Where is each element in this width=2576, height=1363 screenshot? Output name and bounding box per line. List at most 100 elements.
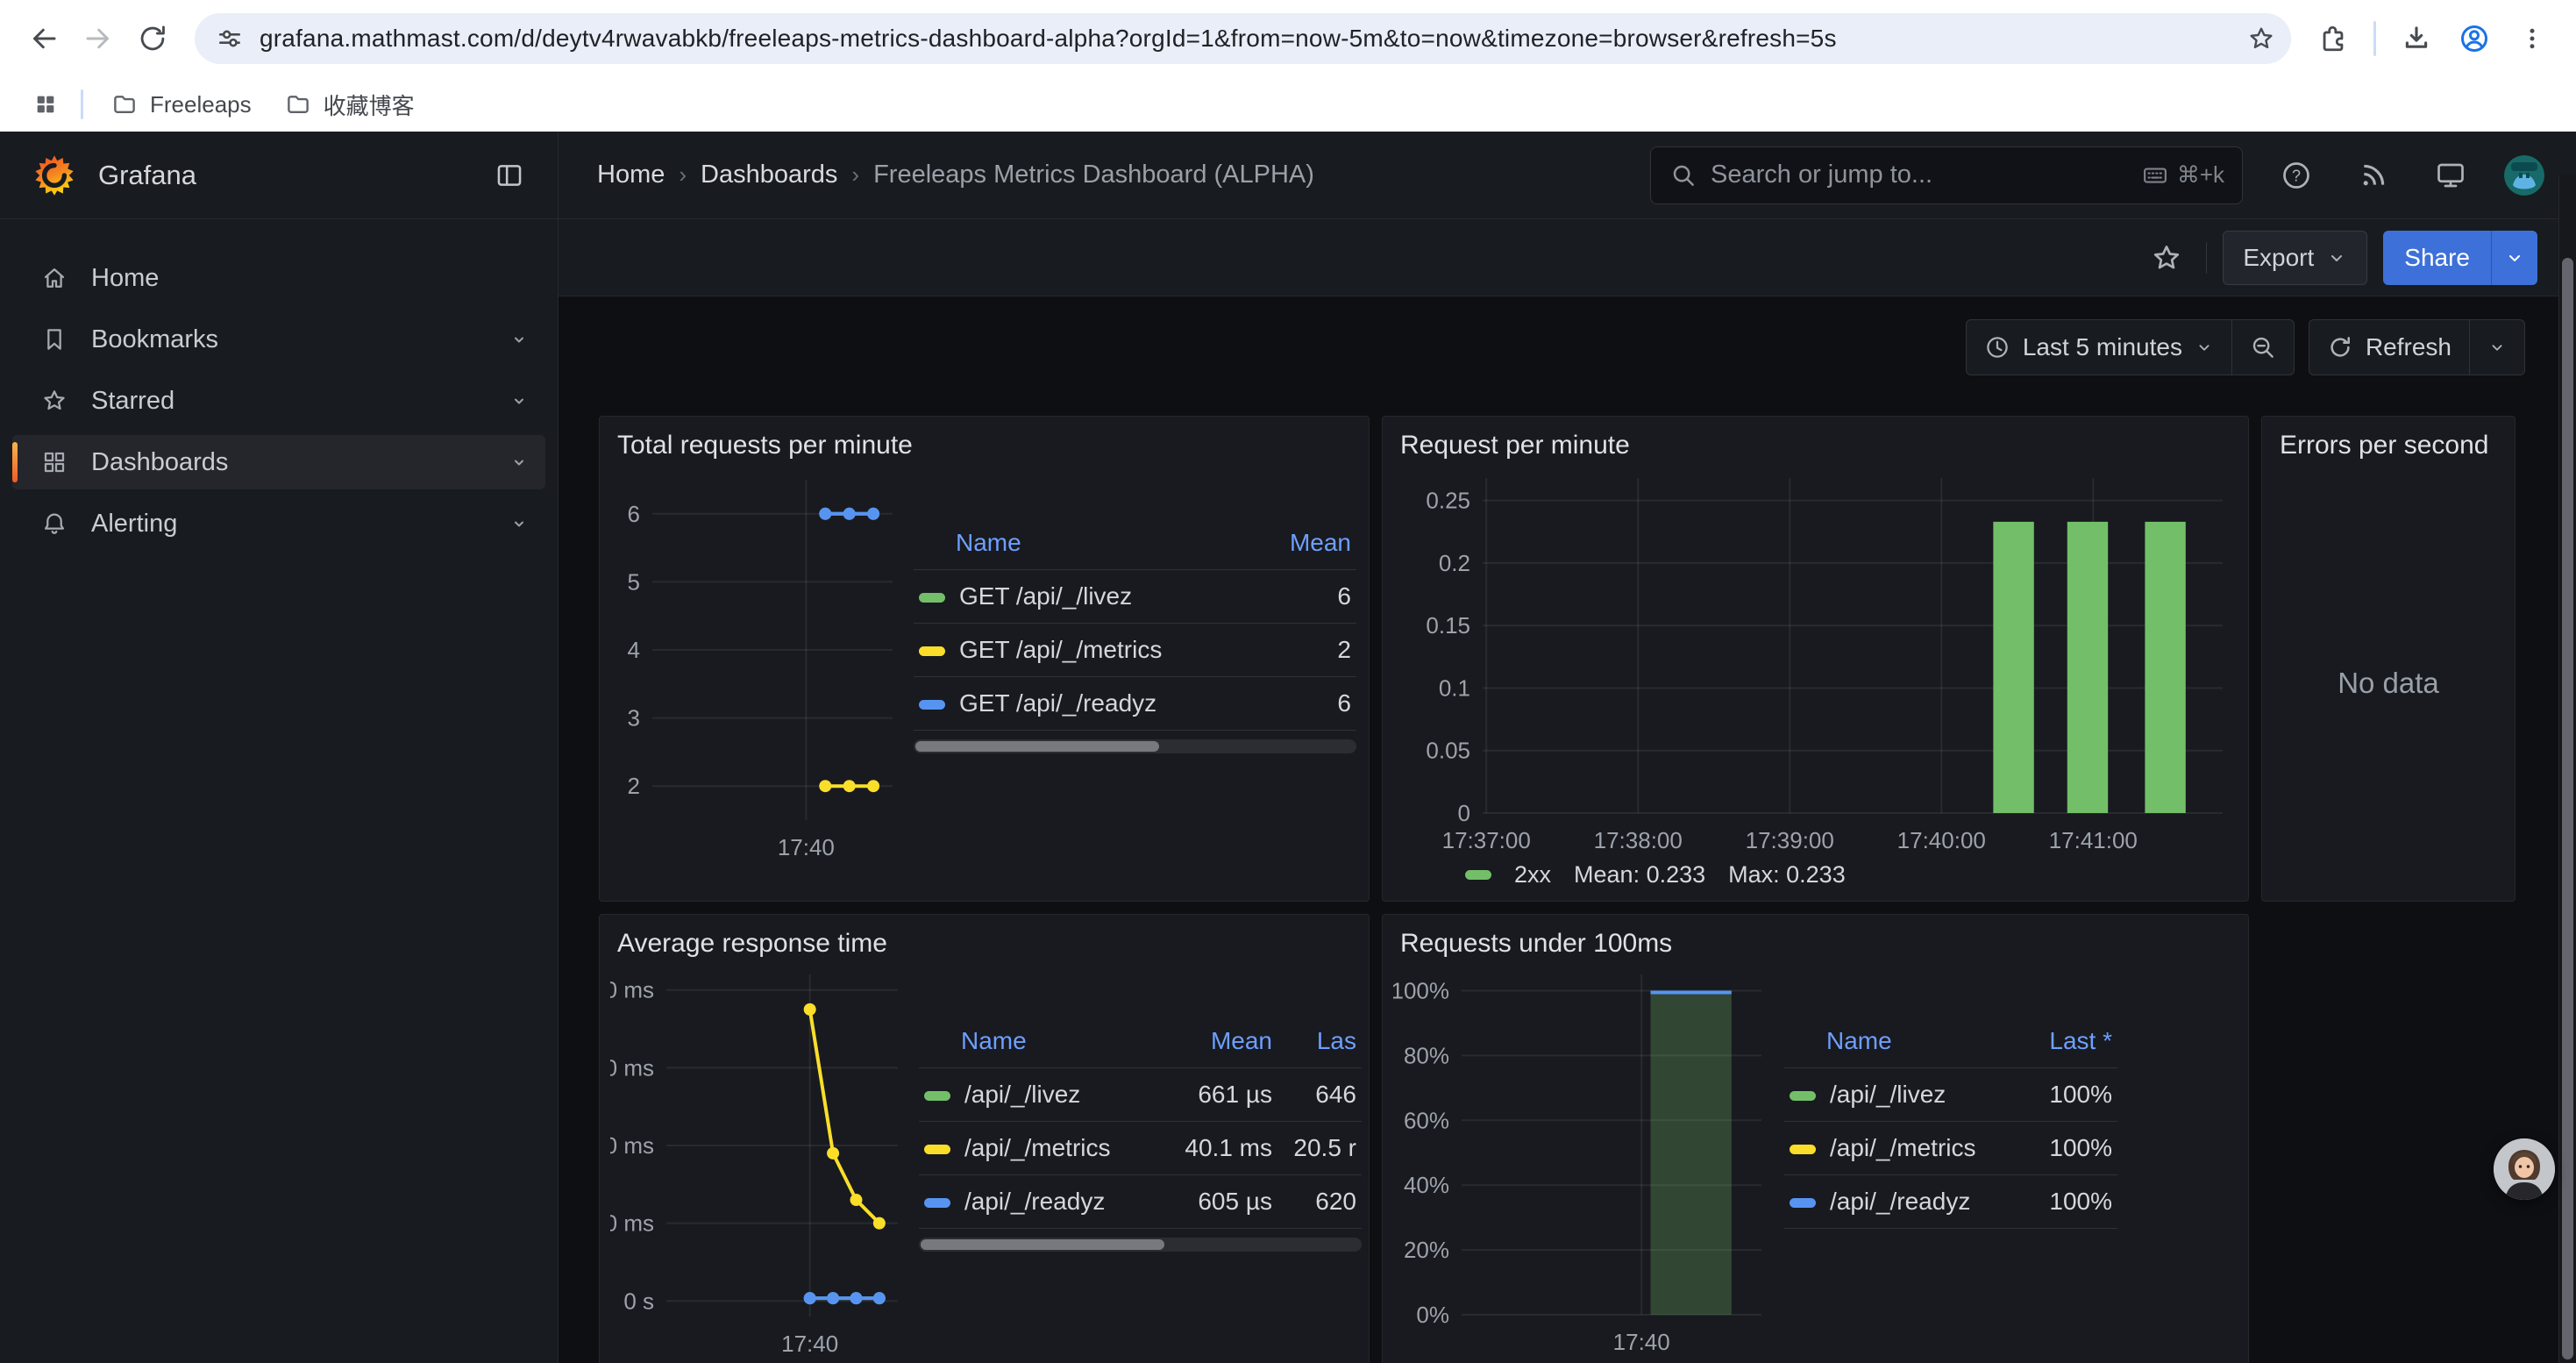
scrollbar-thumb[interactable] <box>915 741 1159 752</box>
user-avatar[interactable] <box>2504 155 2544 196</box>
series-name[interactable]: 2xx <box>1514 861 1551 888</box>
breadcrumb-item[interactable]: Dashboards <box>701 161 837 189</box>
time-range-picker[interactable]: Last 5 minutes <box>1967 320 2231 375</box>
zoom-out-time-button[interactable] <box>2232 320 2294 375</box>
sidebar-toggle-button[interactable] <box>486 152 533 199</box>
series-name[interactable]: GET /api/_/readyz <box>959 689 1156 717</box>
series-name[interactable]: /api/_/metrics <box>1830 1134 1976 1161</box>
bookmark-folder[interactable]: Freeleaps <box>97 84 266 125</box>
share-menu-button[interactable] <box>2491 231 2537 285</box>
search-box[interactable]: ⌘+k <box>1650 146 2243 204</box>
sidebar-item-home[interactable]: Home <box>12 251 545 305</box>
grafana-logo <box>32 153 77 198</box>
legend-row[interactable]: /api/_/metrics100% <box>1784 1122 2117 1175</box>
display-mode-button[interactable] <box>2427 152 2474 199</box>
chevron-down-icon <box>2195 338 2214 357</box>
assistant-avatar-image <box>2494 1138 2555 1200</box>
chevron-down-icon[interactable] <box>509 513 530 534</box>
apps-button[interactable] <box>25 83 67 125</box>
legend-column-header[interactable]: Las <box>1277 1018 1362 1068</box>
legend-column-header[interactable]: Name <box>1784 1018 1995 1068</box>
svg-text:2: 2 <box>628 773 640 799</box>
legend-row[interactable]: /api/_/readyz 100% <box>1784 1175 2117 1229</box>
sidebar-item-label: Bookmarks <box>91 325 486 354</box>
chevron-down-icon[interactable] <box>509 390 530 411</box>
panel-title[interactable]: Total requests per minute <box>600 417 1369 466</box>
export-button[interactable]: Export <box>2223 231 2367 285</box>
legend-column-header[interactable]: Name <box>919 1018 1155 1068</box>
news-rss-button[interactable] <box>2350 152 2397 199</box>
breadcrumb-item[interactable]: Home <box>597 161 665 189</box>
panel-title[interactable]: Errors per second <box>2262 417 2515 466</box>
scrollbar-thumb[interactable] <box>921 1239 1164 1250</box>
series-color-chip <box>924 1198 950 1208</box>
page-scrollbar[interactable] <box>2558 175 2576 1363</box>
grafana-app: Grafana Home›Dashboards›Freeleaps Metric… <box>0 132 2576 1363</box>
browser-back-button[interactable] <box>19 14 68 63</box>
series-name[interactable]: GET /api/_/livez <box>959 582 1132 610</box>
legend-inline: 2xxMean: 0.233Max: 0.233 <box>1383 860 2248 901</box>
sidebar-item-label: Alerting <box>91 510 486 539</box>
panel-title[interactable]: Average response time <box>600 915 1369 964</box>
panel-title[interactable]: Requests under 100ms <box>1383 915 2248 964</box>
legend-row[interactable]: /api/_/readyz605 µs620 <box>919 1175 1362 1229</box>
series-value: 646 <box>1277 1068 1362 1122</box>
legend-column-header[interactable]: Mean <box>1234 520 1356 570</box>
series-value: 6 <box>1234 677 1356 731</box>
series-name[interactable]: /api/_/livez <box>1830 1081 1946 1108</box>
breadcrumb: Home›Dashboards›Freeleaps Metrics Dashbo… <box>597 161 1650 189</box>
sidebar-item-starred[interactable]: Starred <box>12 374 545 428</box>
site-settings-icon[interactable] <box>216 25 244 53</box>
legend-horizontal-scrollbar[interactable] <box>914 739 1356 753</box>
legend-column-header[interactable]: Name <box>914 520 1234 570</box>
legend-row[interactable]: /api/_/livez100% <box>1784 1068 2117 1122</box>
sidebar-item-bookmarks[interactable]: Bookmarks <box>12 312 545 367</box>
refresh-button[interactable]: Refresh <box>2309 320 2469 375</box>
browser-reload-button[interactable] <box>128 14 177 63</box>
refresh-interval-button[interactable] <box>2470 320 2524 375</box>
help-circle-icon: ? <box>2281 160 2312 191</box>
browser-menu-button[interactable] <box>2508 14 2557 63</box>
chevron-down-icon[interactable] <box>509 329 530 350</box>
series-name[interactable]: /api/_/readyz <box>964 1188 1105 1215</box>
bookmark-folder[interactable]: 收藏博客 <box>271 82 429 128</box>
profile-button[interactable] <box>2450 14 2499 63</box>
legend-row[interactable]: /api/_/livez661 µs646 <box>919 1068 1362 1122</box>
share-button[interactable]: Share <box>2383 231 2491 285</box>
floating-assistant-avatar[interactable] <box>2494 1138 2555 1200</box>
legend-row[interactable]: /api/_/metrics40.1 ms20.5 r <box>919 1122 1362 1175</box>
help-button[interactable]: ? <box>2273 152 2320 199</box>
sidebar-item-alerting[interactable]: Alerting <box>12 496 545 551</box>
panel-title[interactable]: Request per minute <box>1383 417 2248 466</box>
legend-row[interactable]: GET /api/_/livez6 <box>914 570 1356 624</box>
page-scrollbar-thumb[interactable] <box>2562 258 2573 1359</box>
search-input[interactable] <box>1711 161 2142 189</box>
legend-row[interactable]: GET /api/_/metrics2 <box>914 624 1356 677</box>
monitor-icon <box>2435 160 2466 191</box>
legend-horizontal-scrollbar[interactable] <box>919 1238 1362 1252</box>
series-name[interactable]: /api/_/readyz <box>1830 1188 1970 1215</box>
legend-column-header[interactable]: Mean <box>1155 1018 1277 1068</box>
bookmark-star-button[interactable] <box>2240 18 2282 60</box>
svg-text:80 ms: 80 ms <box>610 977 654 1003</box>
series-name[interactable]: /api/_/metrics <box>964 1134 1111 1161</box>
zoom-out-icon <box>2250 334 2276 360</box>
extensions-button[interactable] <box>2309 14 2358 63</box>
sidebar-item-dashboards[interactable]: Dashboards <box>12 435 545 489</box>
bar-chart: 100%80%60%40%20%0%17:40 <box>1393 964 1770 1355</box>
favorite-dashboard-button[interactable] <box>2143 234 2190 282</box>
series-name[interactable]: GET /api/_/metrics <box>959 636 1162 663</box>
address-bar[interactable]: grafana.mathmast.com/d/deytv4rwavabkb/fr… <box>195 13 2291 64</box>
refresh-group: Refresh <box>2309 319 2525 375</box>
series-value: 100% <box>1995 1175 2117 1229</box>
chevron-down-icon[interactable] <box>509 452 530 473</box>
home-icon <box>40 264 68 292</box>
legend-row[interactable]: GET /api/_/readyz 6 <box>914 677 1356 731</box>
browser-forward-button[interactable] <box>74 14 123 63</box>
legend-column-header[interactable]: Last * <box>1995 1018 2117 1068</box>
series-name[interactable]: /api/_/livez <box>964 1081 1080 1108</box>
star-icon <box>2151 242 2182 274</box>
download-icon <box>2402 24 2431 54</box>
downloads-button[interactable] <box>2392 14 2441 63</box>
panel-total-requests: Total requests per minute6543217:40NameM… <box>599 416 1370 902</box>
